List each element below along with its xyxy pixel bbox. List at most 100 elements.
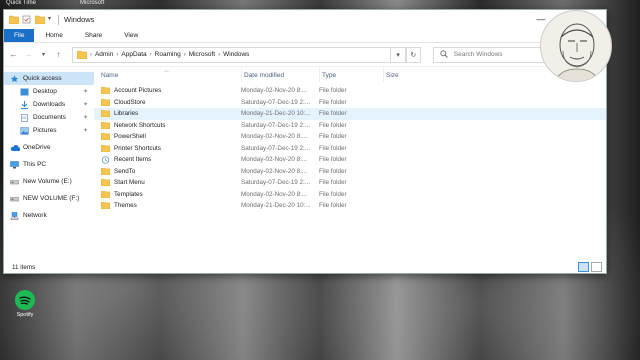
column-header-type[interactable]: Type [319,68,379,82]
chevron-right-icon[interactable]: › [150,52,152,58]
nav-documents[interactable]: Documents ✦ [4,111,94,124]
file-name-cell: Account Pictures [101,85,239,97]
file-date: Saturday-07-Dec-19 2:... [241,121,310,129]
nav-label: Downloads [33,101,66,108]
file-name: Recent Items [114,156,152,164]
file-type: File folder [319,87,347,95]
nav-pictures[interactable]: Pictures ✦ [4,124,94,137]
chevron-right-icon[interactable]: › [116,52,118,58]
table-row[interactable]: PowerShell Monday-02-Nov-20 8:... File fol… [94,131,606,143]
tab-file[interactable]: File [4,29,35,42]
nav-quick-access[interactable]: Quick access [4,72,94,85]
file-type: File folder [319,98,347,106]
up-arrow-icon[interactable]: ↑ [53,50,64,59]
file-name-cell: CloudStore [101,97,239,109]
chevron-right-icon[interactable]: › [90,52,92,58]
cloud-icon [10,144,21,152]
file-date: Monday-21-Dec-20 10:... [241,202,311,210]
file-type: File folder [319,167,347,175]
desktop-label-microsoft[interactable]: Microsoft [80,0,104,6]
folder-icon [101,179,111,187]
nav-label: Desktop [33,88,57,95]
recent-dropdown-icon[interactable]: ▾ [38,51,49,58]
file-name: SendTo [114,167,136,175]
nav-label: Network [23,212,47,219]
nav-this-pc[interactable]: This PC [4,158,94,171]
nav-desktop[interactable]: Desktop ✦ [4,85,94,98]
pin-icon[interactable]: ✦ [83,88,88,95]
file-type: File folder [319,156,347,164]
file-name: CloudStore [114,98,146,106]
file-type: File folder [319,110,347,118]
table-row[interactable]: Account Pictures Monday-02-Nov-20 8:... Fi… [94,85,606,97]
desktop-icon-label: Spotify [16,312,34,318]
table-row[interactable]: Start Menu Saturday-07-Dec-19 2:... File f… [94,177,606,189]
table-row[interactable]: Libraries Monday-21-Dec-20 10:... File fol… [94,108,606,120]
file-name-cell: Start Menu [101,177,239,189]
table-row[interactable]: Printer Shortcuts Saturday-07-Dec-19 2:..… [94,143,606,155]
properties-icon[interactable] [22,15,31,24]
file-date: Monday-02-Nov-20 8:... [241,156,308,164]
column-header-size[interactable]: Size [383,68,423,82]
chevron-right-icon[interactable]: › [218,52,220,58]
nav-volume-f[interactable]: NEW VOLUME (F:) [4,192,94,205]
nav-volume-e[interactable]: New Volume (E:) [4,175,94,188]
table-row[interactable]: Network Shortcuts Saturday-07-Dec-19 2:..… [94,120,606,132]
nav-onedrive[interactable]: OneDrive [4,141,94,154]
pin-icon[interactable]: ✦ [83,127,88,134]
file-explorer-window: ▾ Windows — ☐ ✕ File Home Share View ← →… [3,9,607,274]
table-row[interactable]: Themes Monday-21-Dec-20 10:... File folder [94,200,606,212]
breadcrumb-admin[interactable]: Admin [95,51,113,58]
avatar [540,10,612,82]
sort-up-icon: ︿ [164,67,170,74]
column-headers: Name ︿ Date modified Type Size [94,68,606,82]
column-header-date[interactable]: Date modified [241,68,315,82]
pin-icon[interactable]: ✦ [83,101,88,108]
folder-icon [8,15,20,25]
folder-icon [101,121,111,129]
chevron-right-icon[interactable]: › [184,52,186,58]
tab-share[interactable]: Share [74,29,113,42]
address-row: ← → ▾ ↑ › Admin › AppData › Roaming › Mi… [4,43,606,67]
table-row[interactable]: CloudStore Saturday-07-Dec-19 2:... File f… [94,97,606,109]
nav-downloads[interactable]: Downloads ✦ [4,98,94,111]
tab-home[interactable]: Home [34,29,73,42]
nav-network[interactable]: Network [4,209,94,222]
item-count: 11 items [12,263,36,271]
breadcrumb-roaming[interactable]: Roaming [155,51,181,58]
desktop-icon-spotify[interactable]: Spotify [11,290,39,318]
breadcrumb-microsoft[interactable]: Microsoft [189,51,215,58]
file-date: Monday-02-Nov-20 8:... [241,133,308,141]
file-name-cell: Network Shortcuts [101,120,239,132]
tab-view[interactable]: View [113,29,149,42]
refresh-icon[interactable]: ↻ [405,46,421,63]
file-name-cell: PowerShell [101,131,239,143]
address-dropdown-icon[interactable]: ▾ [391,46,406,63]
file-type: File folder [319,133,347,141]
title-bar[interactable]: ▾ Windows — ☐ ✕ [4,10,606,29]
pin-icon[interactable]: ✦ [83,114,88,121]
file-name: Network Shortcuts [114,121,166,129]
table-row[interactable]: Recent Items Monday-02-Nov-20 8:... File f… [94,154,606,166]
pictures-icon [20,126,29,135]
address-bar[interactable]: › Admin › AppData › Roaming › Microsoft … [71,46,392,63]
large-icons-view-button[interactable] [591,262,602,272]
file-name-cell: Themes [101,200,239,212]
table-row[interactable]: Templates Monday-02-Nov-20 8:... File fold… [94,189,606,201]
file-date: Saturday-07-Dec-19 2:... [241,144,310,152]
new-folder-icon[interactable] [34,15,46,25]
breadcrumb-appdata[interactable]: AppData [121,51,146,58]
details-view-button[interactable] [578,262,589,272]
status-bar: 11 items [4,261,606,273]
navigation-pane: Quick access Desktop ✦ Downloads ✦ Docum… [4,68,94,261]
view-toggle [578,262,602,272]
title-separator [58,14,60,25]
network-icon [10,211,19,220]
forward-arrow-icon[interactable]: → [23,50,34,59]
table-row[interactable]: SendTo Monday-02-Nov-20 8:... File folder [94,166,606,178]
qat-dropdown-icon[interactable]: ▾ [48,15,54,24]
breadcrumb-windows[interactable]: Windows [223,51,249,58]
back-arrow-icon[interactable]: ← [8,50,19,59]
file-name-cell: Libraries [101,108,239,120]
desktop-label-quicktime[interactable]: Quick Time [6,0,36,6]
